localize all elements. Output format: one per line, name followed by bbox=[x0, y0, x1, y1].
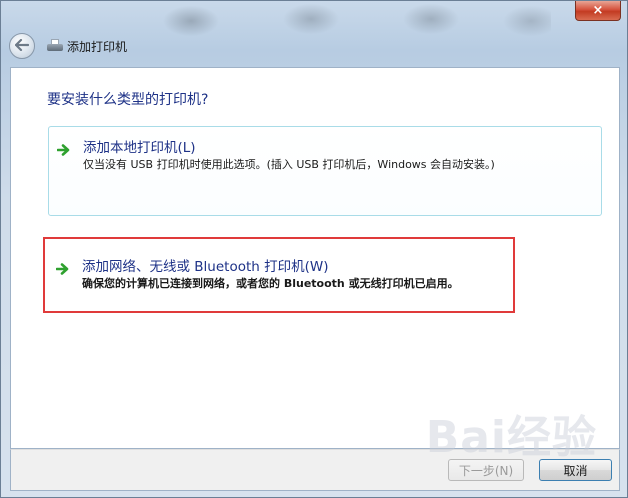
option-title: 添加网络、无线或 Bluetooth 打印机(W) bbox=[82, 259, 329, 275]
option-description: 确保您的计算机已连接到网络，或者您的 Bluetooth 或无线打印机已启用。 bbox=[82, 277, 459, 290]
close-icon: × bbox=[592, 3, 604, 18]
close-button[interactable]: × bbox=[575, 1, 621, 21]
add-printer-window: × 添加打印机 要安装什么类型的打印机? 添加本地打印机(L) 仅当没有 USB bbox=[0, 0, 628, 498]
add-local-printer-option[interactable]: 添加本地打印机(L) 仅当没有 USB 打印机时使用此选项。(插入 USB 打印… bbox=[48, 126, 602, 216]
option-description: 仅当没有 USB 打印机时使用此选项。(插入 USB 打印机后，Windows … bbox=[83, 158, 495, 171]
green-arrow-icon bbox=[56, 141, 71, 156]
wizard-footer: 下一步(N) 取消 bbox=[10, 449, 620, 491]
back-button[interactable] bbox=[9, 33, 35, 59]
title-bar: 添加打印机 bbox=[9, 31, 609, 61]
window-title: 添加打印机 bbox=[67, 39, 128, 54]
back-arrow-icon bbox=[14, 37, 30, 55]
add-network-printer-option[interactable]: 添加网络、无线或 Bluetooth 打印机(W) 确保您的计算机已连接到网络，… bbox=[48, 246, 602, 302]
cancel-button[interactable]: 取消 bbox=[539, 459, 612, 481]
page-heading: 要安装什么类型的打印机? bbox=[47, 92, 209, 108]
next-button[interactable]: 下一步(N) bbox=[448, 459, 524, 481]
option-title: 添加本地打印机(L) bbox=[83, 140, 196, 156]
printer-icon bbox=[47, 39, 63, 53]
green-arrow-icon bbox=[55, 260, 70, 275]
wizard-content: 要安装什么类型的打印机? 添加本地打印机(L) 仅当没有 USB 打印机时使用此… bbox=[10, 67, 620, 449]
